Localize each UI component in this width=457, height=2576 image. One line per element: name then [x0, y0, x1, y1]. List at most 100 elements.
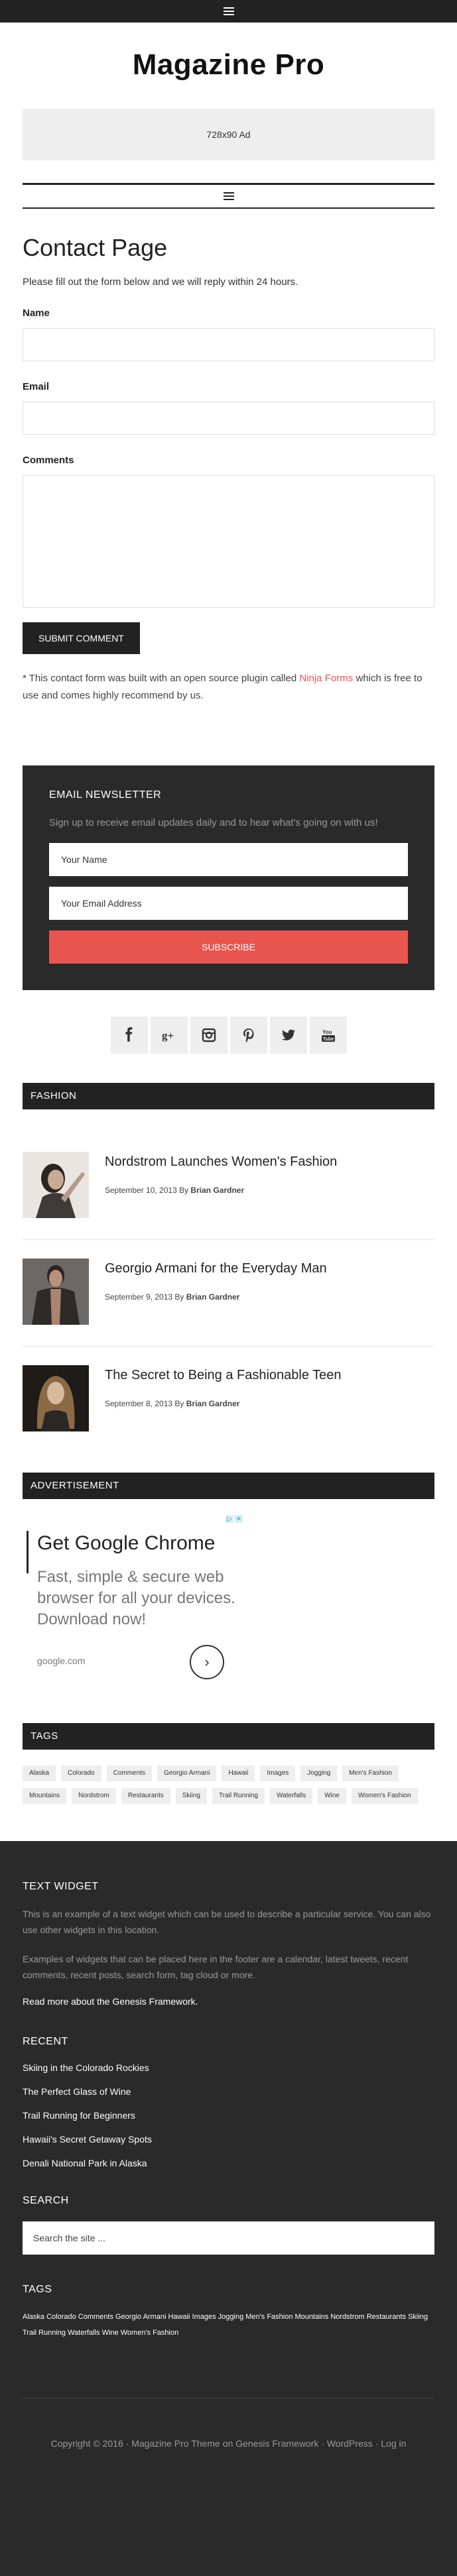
recent-post-link[interactable]: Skiing in the Colorado Rockies [23, 2062, 434, 2073]
tag-chip[interactable]: Georgio Armani [157, 1765, 217, 1781]
copyright: Copyright © 2016 · Magazine Pro Theme on… [50, 2438, 407, 2449]
recent-post-link[interactable]: The Perfect Glass of Wine [23, 2086, 434, 2097]
tag-chip[interactable]: Men's Fashion [342, 1765, 399, 1781]
recent-title: RECENT [23, 2036, 68, 2047]
email-label: Email [23, 381, 50, 392]
google-ad[interactable]: ▷ ✕ Get Google Chrome Fast, simple & secu… [23, 1515, 248, 1707]
advertisement-heading: ADVERTISEMENT [23, 1473, 434, 1499]
post-date: September 10, 2013 By [105, 1186, 191, 1195]
newsletter-name-input[interactable]: Your Name [49, 843, 408, 876]
site-title[interactable]: Magazine Pro [0, 46, 457, 84]
post-author[interactable]: Brian Gardner [186, 1292, 240, 1302]
menu-icon[interactable] [223, 7, 234, 15]
top-bar [0, 0, 457, 23]
post-date: September 8, 2013 By [105, 1399, 186, 1408]
newsletter-title: EMAIL NEWSLETTER [49, 789, 162, 801]
name-field[interactable] [23, 328, 434, 361]
post-title[interactable]: Nordstrom Launches Women's Fashion [105, 1154, 337, 1170]
post-title[interactable]: Georgio Armani for the Everyday Man [105, 1261, 327, 1276]
subscribe-button[interactable]: SUBSCRIBE [49, 930, 408, 964]
name-label: Name [23, 308, 50, 319]
post-thumbnail[interactable] [23, 1152, 89, 1218]
newsletter-description: Sign up to receive email updates daily a… [49, 817, 378, 828]
ad-body: Fast, simple & secure web browser for al… [37, 1568, 235, 1628]
chevron-right-icon[interactable]: › [190, 1645, 224, 1679]
fashion-heading: FASHION [23, 1083, 434, 1109]
tag-chip[interactable]: Restaurants [121, 1788, 170, 1804]
form-note: * This contact form was built with an op… [23, 670, 434, 704]
post-thumbnail[interactable] [23, 1365, 89, 1431]
page-intro: Please fill out the form below and we wi… [23, 276, 298, 288]
submit-comment-button[interactable]: SUBMIT COMMENT [23, 622, 140, 654]
post-meta: September 9, 2013 By Brian Gardner [105, 1292, 327, 1302]
svg-text:g+: g+ [162, 1029, 174, 1042]
svg-text:Tube: Tube [323, 1037, 334, 1042]
recent-list: Skiing in the Colorado Rockies The Perfe… [23, 2062, 434, 2168]
recent-post-link[interactable]: Hawaii's Secret Getaway Spots [23, 2134, 434, 2145]
ad-url[interactable]: google.com [37, 1655, 85, 1666]
post-item[interactable]: The Secret to Being a Fashionable Teen S… [23, 1347, 434, 1453]
page-title: Contact Page [23, 234, 168, 261]
twitter-icon[interactable] [269, 1017, 307, 1054]
genesis-link[interactable]: Read more about the Genesis Framework. [23, 1996, 434, 2007]
facebook-icon[interactable] [110, 1017, 148, 1054]
post-author[interactable]: Brian Gardner [186, 1399, 240, 1408]
tag-chip[interactable]: Nordstrom [72, 1788, 116, 1804]
post-item[interactable]: Nordstrom Launches Women's Fashion Septe… [23, 1109, 434, 1240]
ad-banner-label: 728x90 Ad [206, 129, 251, 140]
ad-close-icon[interactable]: ✕ [235, 1515, 243, 1523]
tag-chip[interactable]: Wine [318, 1788, 346, 1804]
tag-chip[interactable]: Skiing [175, 1788, 207, 1804]
tag-chip[interactable]: Alaska [23, 1765, 56, 1781]
footer-tags-title: TAGS [23, 2284, 52, 2295]
google-plus-icon[interactable]: g+ [150, 1017, 188, 1054]
text-widget-paragraph: This is an example of a text widget whic… [23, 1909, 431, 1935]
youtube-icon[interactable]: You Tube [309, 1017, 347, 1054]
text-widget-paragraph: Examples of widgets that can be placed h… [23, 1954, 409, 1980]
note-prefix: * This contact form was built with an op… [23, 673, 300, 684]
tag-chip[interactable]: Jogging [300, 1765, 338, 1781]
svg-text:You: You [322, 1029, 332, 1035]
primary-nav [23, 183, 434, 209]
tag-chip[interactable]: Waterfalls [270, 1788, 313, 1804]
nav-menu-icon[interactable] [223, 192, 234, 200]
ninja-forms-link[interactable]: Ninja Forms [299, 673, 353, 684]
ad-accent-bar [27, 1531, 29, 1573]
ad-headline[interactable]: Get Google Chrome [37, 1532, 215, 1555]
recent-post-link[interactable]: Trail Running for Beginners [23, 2110, 434, 2121]
ad-choices[interactable]: ▷ ✕ [226, 1515, 243, 1523]
tag-chip[interactable]: Hawaii [222, 1765, 255, 1781]
tag-list: Alaska Colorado Comments Georgio Armani Hawa… [23, 1765, 430, 1804]
tag-chip[interactable]: Women's Fashion [352, 1788, 418, 1804]
tag-chip[interactable]: Comments [106, 1765, 152, 1781]
ad-info-icon[interactable]: ▷ [226, 1515, 233, 1523]
tag-chip[interactable]: Colorado [61, 1765, 101, 1781]
search-title: SEARCH [23, 2195, 69, 2206]
ad-banner: 728x90 Ad [23, 109, 434, 160]
post-meta: September 8, 2013 By Brian Gardner [105, 1399, 342, 1408]
post-item[interactable]: Georgio Armani for the Everyday Man Sept… [23, 1240, 434, 1347]
tag-chip[interactable]: Trail Running [212, 1788, 265, 1804]
search-input[interactable]: Search the site ... [23, 2221, 434, 2255]
post-date: September 9, 2013 By [105, 1292, 186, 1302]
pinterest-icon[interactable] [229, 1017, 267, 1054]
tags-heading: TAGS [23, 1723, 434, 1750]
comments-label: Comments [23, 455, 74, 466]
social-icons: g+ You Tube [0, 1017, 457, 1054]
tag-chip[interactable]: Images [260, 1765, 296, 1781]
post-title[interactable]: The Secret to Being a Fashionable Teen [105, 1368, 342, 1383]
post-meta: September 10, 2013 By Brian Gardner [105, 1186, 337, 1195]
text-widget-title: TEXT WIDGET [23, 1881, 99, 1892]
recent-post-link[interactable]: Denali National Park in Alaska [23, 2158, 434, 2168]
footer-widgets: TEXT WIDGET This is an example of a text… [0, 1841, 457, 2576]
main-content: Contact Page Please fill out the form be… [0, 234, 457, 704]
newsletter-email-input[interactable]: Your Email Address [49, 887, 408, 920]
email-field[interactable] [23, 402, 434, 435]
post-author[interactable]: Brian Gardner [190, 1186, 244, 1195]
post-thumbnail[interactable] [23, 1259, 89, 1325]
tag-cloud[interactable]: Alaska Colorado Comments Georgio Armani … [23, 2309, 434, 2341]
instagram-icon[interactable] [190, 1017, 228, 1054]
comments-field[interactable] [23, 475, 434, 608]
email-newsletter: EMAIL NEWSLETTER Sign up to receive emai… [23, 765, 434, 990]
tag-chip[interactable]: Mountains [23, 1788, 67, 1804]
